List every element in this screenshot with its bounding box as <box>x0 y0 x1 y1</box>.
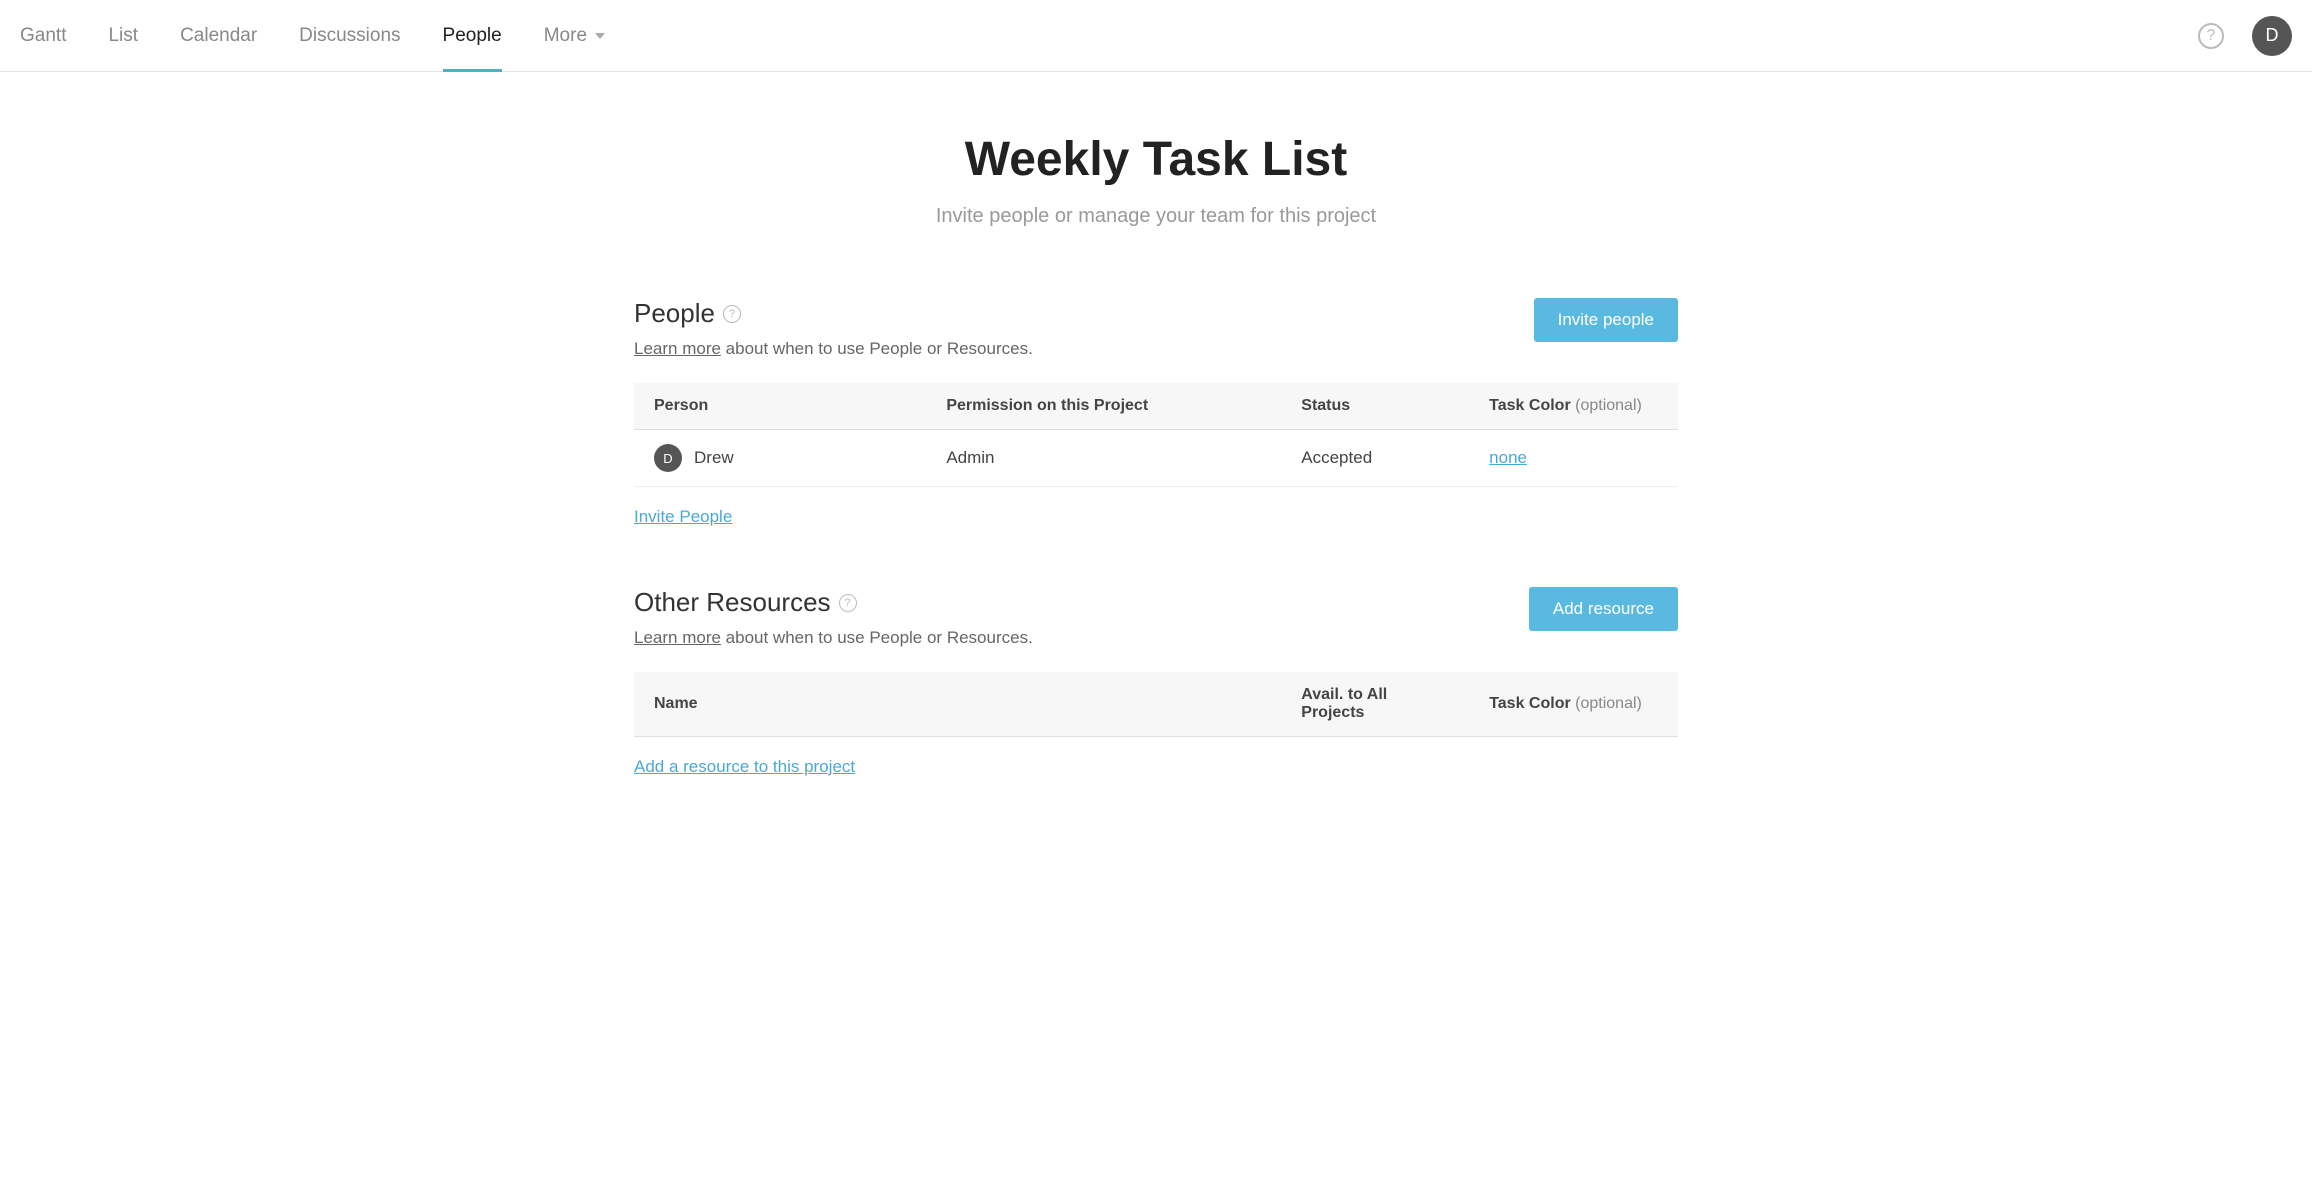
people-table: Person Permission on this Project Status… <box>634 383 1678 487</box>
resources-section-title: Other Resources <box>634 587 831 618</box>
col-header-resource-task-color: Task Color (optional) <box>1469 672 1678 737</box>
tab-list[interactable]: List <box>108 0 138 71</box>
person-avatar: D <box>654 444 682 472</box>
nav-tabs: Gantt List Calendar Discussions People M… <box>20 0 605 71</box>
col-header-status: Status <box>1281 383 1469 430</box>
tab-more-label: More <box>544 25 587 47</box>
add-resource-link[interactable]: Add a resource to this project <box>634 757 855 777</box>
people-help-icon[interactable]: ? <box>723 305 741 323</box>
resources-section: Other Resources ? Learn more about when … <box>634 587 1678 777</box>
col-header-task-color-label: Task Color <box>1489 397 1571 414</box>
people-learn-more-link[interactable]: Learn more <box>634 339 721 358</box>
col-header-resource-task-color-optional: (optional) <box>1575 695 1642 712</box>
col-header-task-color: Task Color (optional) <box>1469 383 1678 430</box>
people-section-desc: Learn more about when to use People or R… <box>634 339 1033 359</box>
chevron-down-icon <box>595 33 605 39</box>
cell-task-color: none <box>1469 430 1678 487</box>
resources-section-header: Other Resources ? Learn more about when … <box>634 587 1678 648</box>
tab-more[interactable]: More <box>544 0 605 71</box>
col-header-permission: Permission on this Project <box>926 383 1281 430</box>
col-header-person: Person <box>634 383 926 430</box>
tab-people[interactable]: People <box>443 0 502 71</box>
page-subtitle: Invite people or manage your team for th… <box>634 205 1678 228</box>
col-header-name: Name <box>634 672 1281 737</box>
col-header-avail: Avail. to All Projects <box>1281 672 1469 737</box>
user-avatar[interactable]: D <box>2252 16 2292 56</box>
help-icon[interactable]: ? <box>2198 23 2224 49</box>
people-section-header: People ? Learn more about when to use Pe… <box>634 298 1678 359</box>
resources-learn-more-link[interactable]: Learn more <box>634 628 721 647</box>
resources-desc-rest: about when to use People or Resources. <box>721 628 1033 647</box>
people-section: People ? Learn more about when to use Pe… <box>634 298 1678 527</box>
task-color-link[interactable]: none <box>1489 448 1527 467</box>
resources-section-desc: Learn more about when to use People or R… <box>634 628 1033 648</box>
col-header-task-color-optional: (optional) <box>1575 397 1642 414</box>
page-title: Weekly Task List <box>634 132 1678 187</box>
resources-table-header-row: Name Avail. to All Projects Task Color (… <box>634 672 1678 737</box>
tab-calendar[interactable]: Calendar <box>180 0 257 71</box>
top-nav: Gantt List Calendar Discussions People M… <box>0 0 2312 72</box>
resources-table: Name Avail. to All Projects Task Color (… <box>634 672 1678 737</box>
cell-person: D Drew <box>634 430 926 487</box>
invite-people-button[interactable]: Invite people <box>1534 298 1678 342</box>
cell-status: Accepted <box>1281 430 1469 487</box>
add-resource-button[interactable]: Add resource <box>1529 587 1678 631</box>
tab-gantt[interactable]: Gantt <box>20 0 66 71</box>
col-header-resource-task-color-label: Task Color <box>1489 695 1571 712</box>
tab-discussions[interactable]: Discussions <box>299 0 400 71</box>
people-table-header-row: Person Permission on this Project Status… <box>634 383 1678 430</box>
person-name: Drew <box>694 448 734 468</box>
people-table-row: D Drew Admin Accepted none <box>634 430 1678 487</box>
cell-permission: Admin <box>926 430 1281 487</box>
people-desc-rest: about when to use People or Resources. <box>721 339 1033 358</box>
main-content: Weekly Task List Invite people or manage… <box>634 72 1678 877</box>
nav-right: ? D <box>2198 16 2292 56</box>
resources-help-icon[interactable]: ? <box>839 594 857 612</box>
invite-people-link[interactable]: Invite People <box>634 507 732 527</box>
people-section-title: People <box>634 298 715 329</box>
